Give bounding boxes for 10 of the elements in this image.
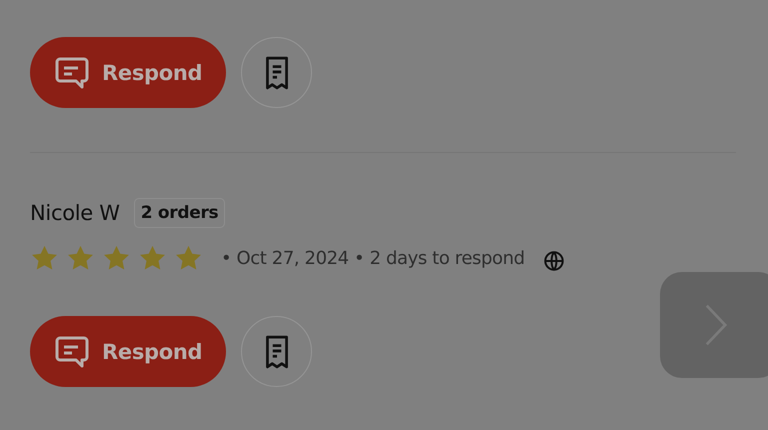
chat-icon xyxy=(54,56,90,90)
receipt-icon xyxy=(264,56,290,90)
orders-tag: 2 orders xyxy=(134,198,226,228)
customer-name: Nicole W xyxy=(30,201,120,225)
respond-button[interactable]: Respond xyxy=(30,316,226,387)
chat-icon xyxy=(54,334,90,368)
review-date-text: • Oct 27, 2024 • 2 days to respond xyxy=(221,248,525,269)
globe-icon[interactable] xyxy=(542,250,565,272)
respond-button[interactable]: Respond xyxy=(30,37,226,108)
receipt-icon xyxy=(264,334,290,368)
